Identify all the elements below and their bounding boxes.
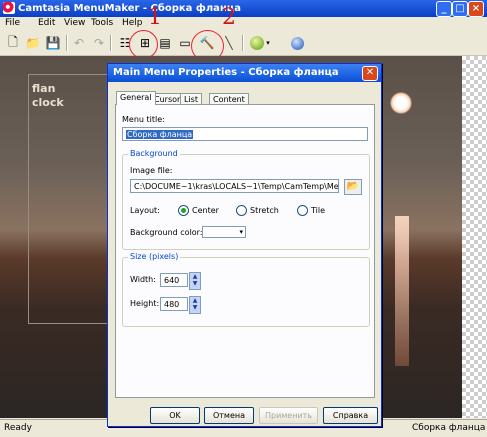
maximize-button[interactable]: □ <box>452 1 468 17</box>
minimize-button[interactable]: _ <box>436 1 452 17</box>
menu-bar: File Edit View Tools Help <box>0 17 487 31</box>
image-file-input[interactable]: C:\DOCUME~1\kras\LOCALS~1\Temp\CamTemp\M… <box>130 179 339 193</box>
menu-item-text[interactable]: clock <box>32 96 64 109</box>
dialog-title: Main Menu Properties - Сборка фланца <box>113 67 339 78</box>
width-label: Width: <box>130 275 156 284</box>
general-tab-panel: Menu title: Сборка фланца Background Ima… <box>115 104 375 398</box>
menu-title-label: Menu title: <box>122 115 165 124</box>
layout-label: Layout: <box>130 206 160 215</box>
status-text: Ready <box>4 423 32 433</box>
height-spinner[interactable]: ▲ ▼ <box>189 296 201 314</box>
undo-icon[interactable]: ↶ <box>70 34 88 52</box>
ok-button[interactable]: OK <box>150 407 200 424</box>
redo-icon[interactable]: ↷ <box>90 34 108 52</box>
layout-stretch-radio[interactable] <box>236 205 247 216</box>
toolbar: 🗋 📁 💾 ↶ ↷ ☷ ⊞ ▤ ▭ 🔨 ╲ ▾ <box>0 30 487 62</box>
layout-stretch-label[interactable]: Stretch <box>250 206 279 215</box>
app-title-bar: Camtasia MenuMaker - Сборка фланца _ □ × <box>0 0 487 17</box>
cancel-button[interactable]: Отмена <box>204 407 254 424</box>
sun-reflection <box>395 216 409 366</box>
apply-button[interactable]: Применить <box>259 407 318 424</box>
content-properties-icon[interactable]: ▤ <box>156 34 174 52</box>
transparent-area <box>462 56 487 418</box>
menu-tools[interactable]: Tools <box>91 18 113 28</box>
toolbar-separator <box>66 35 68 51</box>
layout-tile-label[interactable]: Tile <box>311 206 325 215</box>
layout-center-radio[interactable] <box>178 205 189 216</box>
menu-help[interactable]: Help <box>122 18 143 28</box>
menu-file[interactable]: File <box>5 18 20 28</box>
save-icon[interactable]: 💾 <box>44 34 62 52</box>
menu-title-input[interactable]: Сборка фланца <box>122 127 368 141</box>
dialog-close-button[interactable]: ✕ <box>362 66 378 81</box>
chevron-down-icon[interactable]: ▾ <box>264 34 272 52</box>
background-color-picker[interactable]: ▾ <box>202 226 246 238</box>
background-group-title: Background <box>128 149 180 158</box>
menu-title-value: Сборка фланца <box>126 130 194 139</box>
width-input[interactable]: 640 <box>160 273 188 287</box>
tab-general[interactable]: General <box>116 91 156 105</box>
width-spinner[interactable]: ▲ ▼ <box>189 272 201 290</box>
app-title: Camtasia MenuMaker - Сборка фланца <box>18 3 241 14</box>
background-color-label: Background color: <box>130 228 203 237</box>
dialog-title-bar: Main Menu Properties - Сборка фланца ✕ <box>108 64 381 82</box>
browse-folder-icon[interactable]: 📂 <box>344 179 362 195</box>
chevron-down-icon: ▾ <box>239 228 243 236</box>
status-menu-name: Сборка фланца <box>412 423 486 433</box>
height-label: Height: <box>130 299 160 308</box>
close-button[interactable]: × <box>468 1 484 17</box>
new-icon[interactable]: 🗋 <box>4 34 22 52</box>
annotation-label-1: 1 <box>148 5 162 30</box>
height-input[interactable]: 480 <box>160 297 188 311</box>
layout-tile-radio[interactable] <box>297 205 308 216</box>
annotation-circle-1 <box>129 30 158 59</box>
toolbar-separator <box>110 35 112 51</box>
web-globe-icon[interactable] <box>288 34 306 52</box>
menu-view[interactable]: View <box>64 18 85 28</box>
image-file-label: Image file: <box>130 166 173 175</box>
background-group: Background Image file: C:\DOCUME~1\kras\… <box>122 149 370 250</box>
size-group-title: Size (pixels) <box>128 252 181 261</box>
sunset-sun <box>390 92 412 114</box>
main-menu-properties-dialog: Main Menu Properties - Сборка фланца ✕ G… <box>107 63 382 427</box>
app-icon <box>3 2 15 14</box>
toolbar-separator <box>242 35 244 51</box>
help-button[interactable]: Справка <box>323 407 378 424</box>
menu-list-frame[interactable] <box>28 74 110 324</box>
menu-edit[interactable]: Edit <box>38 18 55 28</box>
size-group: Size (pixels) Width: 640 ▲ ▼ Height: 480 … <box>122 252 370 327</box>
open-folder-icon[interactable]: 📁 <box>24 34 42 52</box>
menu-item-text[interactable]: flan <box>32 82 55 95</box>
annotation-label-2: 2 <box>222 5 236 30</box>
layout-center-label[interactable]: Center <box>192 206 219 215</box>
